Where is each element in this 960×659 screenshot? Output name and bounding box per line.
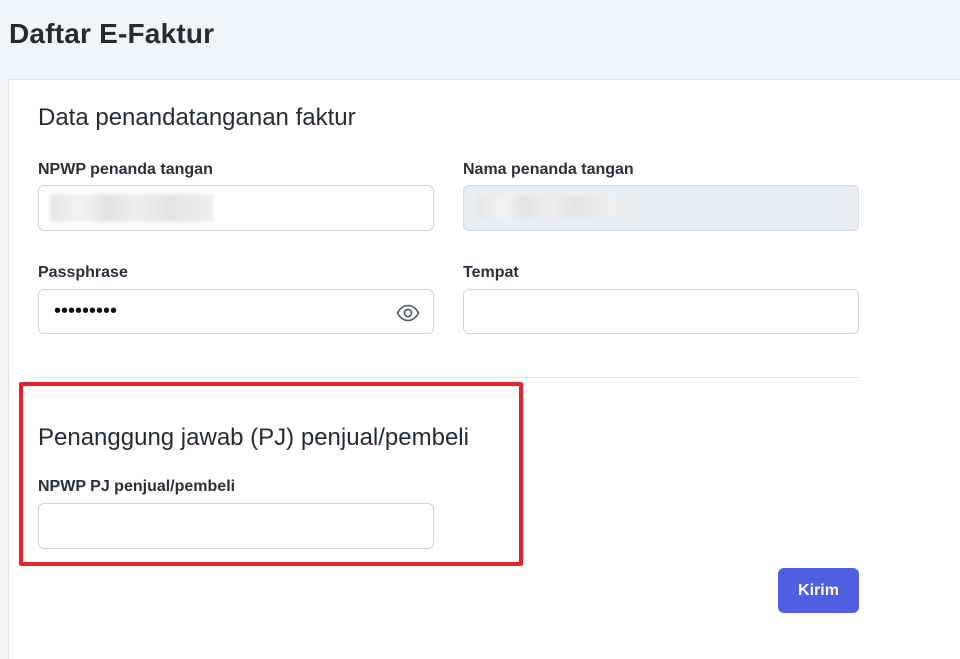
place-input[interactable] <box>463 289 859 334</box>
passphrase-label: Passphrase <box>38 264 128 281</box>
passphrase-masked-value: ••••••••• <box>54 300 118 322</box>
page-title: Daftar E-Faktur <box>9 18 215 49</box>
redacted-name-value <box>477 196 613 218</box>
place-label: Tempat <box>463 264 519 281</box>
submit-button[interactable]: Kirim <box>778 568 859 613</box>
npwp-pj-input[interactable] <box>38 503 434 549</box>
eye-icon[interactable] <box>396 301 420 325</box>
signer-name-label: Nama penanda tangan <box>463 161 634 178</box>
npwp-pj-label: NPWP PJ penjual/pembeli <box>38 478 236 495</box>
npwp-signer-input[interactable] <box>38 185 434 231</box>
npwp-signer-label: NPWP penanda tangan <box>38 161 213 178</box>
section-divider <box>38 377 859 378</box>
redacted-npwp-value <box>50 194 214 222</box>
signer-name-input <box>463 185 859 231</box>
signer-section-title: Data penandatanganan faktur <box>38 104 356 131</box>
pj-section-title: Penanggung jawab (PJ) penjual/pembeli <box>38 424 469 451</box>
passphrase-input[interactable]: ••••••••• <box>38 289 434 334</box>
